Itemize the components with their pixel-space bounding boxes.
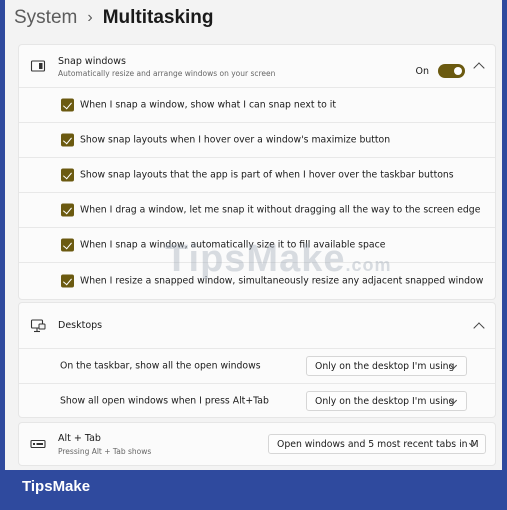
checkbox-checked[interactable] — [61, 238, 74, 252]
alttab-card: Alt + Tab Pressing Alt + Tab shows Open … — [18, 422, 496, 466]
checkbox-checked[interactable] — [61, 274, 74, 288]
desktops-option-row: Show all open windows when I press Alt+T… — [19, 383, 495, 418]
taskbar-windows-label: On the taskbar, show all the open window… — [60, 360, 261, 372]
snap-option-row[interactable]: When I resize a snapped window, simultan… — [19, 262, 495, 299]
snap-option-row[interactable]: Show snap layouts that the app is part o… — [19, 157, 495, 192]
alttab-windows-label: Show all open windows when I press Alt+T… — [60, 395, 269, 407]
checkbox-checked[interactable] — [61, 203, 74, 217]
snap-option-row[interactable]: Show snap layouts when I hover over a wi… — [19, 122, 495, 157]
snap-option-label: When I snap a window, show what I can sn… — [80, 99, 336, 111]
checkbox-checked[interactable] — [61, 98, 74, 112]
snap-windows-header[interactable]: Snap windows Automatically resize and ar… — [19, 45, 495, 87]
dropdown-value: Only on the desktop I'm using — [315, 395, 455, 407]
checkbox-checked[interactable] — [61, 133, 74, 147]
alttab-title: Alt + Tab — [58, 433, 101, 444]
keyboard-icon — [30, 436, 46, 452]
snap-option-label: When I snap a window, automatically size… — [80, 239, 386, 251]
chevron-up-icon[interactable] — [473, 62, 485, 74]
alttab-dropdown[interactable]: Open windows and 5 most recent tabs in M — [268, 434, 486, 454]
breadcrumb-chevron-icon: › — [87, 9, 93, 26]
alttab-windows-dropdown[interactable]: Only on the desktop I'm using — [306, 391, 467, 411]
breadcrumb: System › Multitasking — [14, 4, 214, 32]
alttab-subtitle: Pressing Alt + Tab shows — [58, 447, 152, 456]
desktops-title: Desktops — [58, 320, 103, 331]
desktops-card: Desktops On the taskbar, show all the op… — [18, 302, 496, 418]
checkbox-checked[interactable] — [61, 168, 74, 182]
snap-option-label: When I resize a snapped window, simultan… — [80, 275, 484, 287]
snap-option-label: When I drag a window, let me snap it wit… — [80, 204, 481, 216]
desktops-header[interactable]: Desktops — [19, 303, 495, 348]
snap-option-label: Show snap layouts when I hover over a wi… — [80, 134, 391, 146]
settings-window: System › Multitasking Snap windows Autom… — [5, 0, 502, 470]
desktops-icon — [30, 318, 46, 334]
taskbar-windows-dropdown[interactable]: Only on the desktop I'm using — [306, 356, 467, 376]
alttab-row: Alt + Tab Pressing Alt + Tab shows Open … — [19, 423, 495, 465]
desktops-option-row: On the taskbar, show all the open window… — [19, 348, 495, 383]
snap-windows-card: Snap windows Automatically resize and ar… — [18, 44, 496, 300]
snap-option-label: Show snap layouts that the app is part o… — [80, 169, 454, 181]
snap-option-row[interactable]: When I snap a window, automatically size… — [19, 227, 495, 262]
snap-windows-subtitle: Automatically resize and arrange windows… — [58, 69, 276, 78]
chevron-up-icon[interactable] — [473, 321, 485, 334]
snap-windows-icon — [30, 58, 46, 74]
toggle-knob — [454, 67, 462, 75]
dropdown-value: Open windows and 5 most recent tabs in M — [277, 438, 479, 450]
snap-option-row[interactable]: When I drag a window, let me snap it wit… — [19, 192, 495, 227]
page-title: Multitasking — [102, 7, 214, 28]
snap-option-row[interactable]: When I snap a window, show what I can sn… — [19, 87, 495, 122]
brand-logo-text: TipsMake — [22, 478, 91, 495]
snap-windows-title: Snap windows — [58, 56, 126, 67]
snap-windows-toggle[interactable] — [438, 64, 465, 78]
breadcrumb-system-link[interactable]: System — [14, 7, 77, 29]
snap-toggle-label: On — [415, 66, 430, 77]
dropdown-value: Only on the desktop I'm using — [315, 360, 455, 372]
